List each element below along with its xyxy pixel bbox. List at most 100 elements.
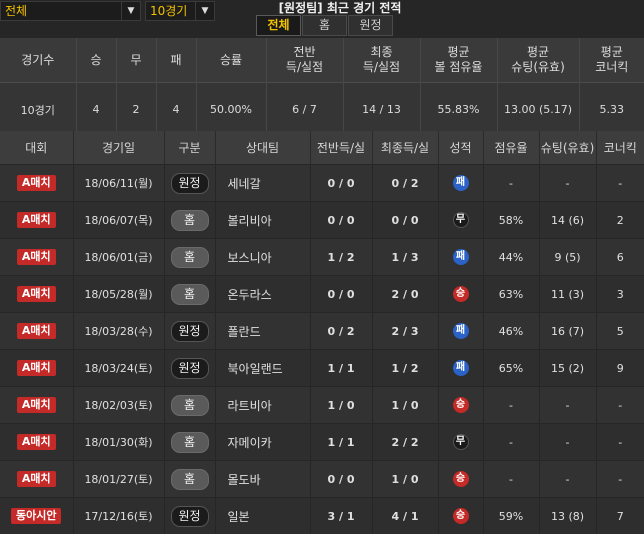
- competition-badge[interactable]: A매치: [17, 397, 56, 413]
- result-badge: 패: [453, 249, 469, 265]
- opponent-name[interactable]: 일본: [215, 498, 310, 534]
- result-badge: 승: [453, 286, 469, 302]
- summary-value-cell: 4: [156, 83, 196, 137]
- corner-kicks: 3: [596, 276, 644, 313]
- competition-badge[interactable]: A매치: [17, 175, 56, 191]
- result-cell: 승: [438, 387, 483, 424]
- competition-cell: A매치: [0, 276, 73, 313]
- final-score: 1 / 2: [372, 350, 438, 387]
- summary-value-cell: 55.83%: [420, 83, 497, 137]
- games-select[interactable]: 10경기 ▼: [145, 1, 215, 21]
- shots-on-target: 13 (8): [539, 498, 596, 534]
- column-header[interactable]: 경기일: [73, 131, 164, 165]
- opponent-name[interactable]: 북아일랜드: [215, 350, 310, 387]
- competition-badge[interactable]: A매치: [17, 286, 56, 302]
- corner-kicks: -: [596, 387, 644, 424]
- match-row[interactable]: A매치18/03/24(토)원정북아일랜드1 / 11 / 2패65%15 (2…: [0, 350, 644, 387]
- opponent-name[interactable]: 보스니아: [215, 239, 310, 276]
- venue-cell: 원정: [164, 165, 215, 202]
- summary-value-cell: 10경기: [0, 83, 76, 137]
- summary-header-row: 경기수승무패승률전반 득/실점최종 득/실점평균 볼 점유율평균 슈팅(유효)평…: [0, 38, 644, 83]
- competition-badge[interactable]: A매치: [17, 360, 56, 376]
- half-score: 1 / 2: [310, 239, 372, 276]
- possession: -: [483, 387, 539, 424]
- match-date: 18/05/28(월): [73, 276, 164, 313]
- shots-on-target: 16 (7): [539, 313, 596, 350]
- shots-on-target: -: [539, 461, 596, 498]
- match-row[interactable]: A매치18/01/27(토)홈몰도바0 / 01 / 0승---: [0, 461, 644, 498]
- match-row[interactable]: A매치18/01/30(화)홈자메이카1 / 12 / 2무---: [0, 424, 644, 461]
- result-cell: 무: [438, 424, 483, 461]
- scope-select-value: 전체: [5, 4, 27, 18]
- summary-header-cell: 평균 코너킥: [579, 38, 644, 83]
- opponent-name[interactable]: 자메이카: [215, 424, 310, 461]
- match-row[interactable]: A매치18/06/07(목)홈볼리비아0 / 00 / 0무58%14 (6)2: [0, 202, 644, 239]
- opponent-name[interactable]: 온두라스: [215, 276, 310, 313]
- column-header[interactable]: 최종득/실: [372, 131, 438, 165]
- match-row[interactable]: A매치18/06/11(월)원정세네갈0 / 00 / 2패---: [0, 165, 644, 202]
- result-badge: 승: [453, 471, 469, 487]
- competition-cell: A매치: [0, 239, 73, 276]
- column-header[interactable]: 전반득/실: [310, 131, 372, 165]
- opponent-name[interactable]: 볼리비아: [215, 202, 310, 239]
- possession: 59%: [483, 498, 539, 534]
- competition-badge[interactable]: A매치: [17, 212, 56, 228]
- result-badge: 패: [453, 175, 469, 191]
- result-cell: 패: [438, 239, 483, 276]
- column-header[interactable]: 슈팅(유효): [539, 131, 596, 165]
- chevron-down-icon: ▼: [121, 2, 140, 20]
- corner-kicks: -: [596, 424, 644, 461]
- final-score: 0 / 0: [372, 202, 438, 239]
- venue-cell: 홈: [164, 461, 215, 498]
- match-row[interactable]: A매치18/05/28(월)홈온두라스0 / 02 / 0승63%11 (3)3: [0, 276, 644, 313]
- summary-header-cell: 최종 득/실점: [343, 38, 420, 83]
- result-cell: 승: [438, 276, 483, 313]
- opponent-name[interactable]: 폴란드: [215, 313, 310, 350]
- match-row[interactable]: A매치18/02/03(토)홈라트비아1 / 01 / 0승---: [0, 387, 644, 424]
- venue-badge: 홈: [171, 395, 209, 416]
- summary-header-cell: 무: [116, 38, 156, 83]
- summary-header-cell: 전반 득/실점: [266, 38, 343, 83]
- final-score: 2 / 2: [372, 424, 438, 461]
- summary-value-cell: 4: [76, 83, 116, 137]
- column-header[interactable]: 성적: [438, 131, 483, 165]
- match-table: 대회경기일구분상대팀전반득/실최종득/실성적점유율슈팅(유효)코너킥 A매치18…: [0, 131, 644, 534]
- corner-kicks: 5: [596, 313, 644, 350]
- match-row[interactable]: A매치18/06/01(금)홈보스니아1 / 21 / 3패44%9 (5)6: [0, 239, 644, 276]
- match-date: 18/01/27(토): [73, 461, 164, 498]
- competition-badge[interactable]: 동아시안: [11, 508, 61, 524]
- shots-on-target: 11 (3): [539, 276, 596, 313]
- tab-away[interactable]: 원정: [348, 15, 393, 36]
- column-header[interactable]: 코너킥: [596, 131, 644, 165]
- result-cell: 승: [438, 461, 483, 498]
- match-date: 18/06/07(목): [73, 202, 164, 239]
- summary-value-cell: 6 / 7: [266, 83, 343, 137]
- venue-cell: 홈: [164, 424, 215, 461]
- venue-cell: 홈: [164, 276, 215, 313]
- summary-header-cell: 평균 볼 점유율: [420, 38, 497, 83]
- possession: 65%: [483, 350, 539, 387]
- competition-cell: 동아시안: [0, 498, 73, 534]
- venue-badge: 홈: [171, 432, 209, 453]
- tab-all[interactable]: 전체: [256, 15, 301, 36]
- column-header[interactable]: 점유율: [483, 131, 539, 165]
- competition-badge[interactable]: A매치: [17, 434, 56, 450]
- shots-on-target: -: [539, 424, 596, 461]
- competition-badge[interactable]: A매치: [17, 249, 56, 265]
- competition-badge[interactable]: A매치: [17, 323, 56, 339]
- column-header[interactable]: 상대팀: [215, 131, 310, 165]
- opponent-name[interactable]: 세네갈: [215, 165, 310, 202]
- shots-on-target: 14 (6): [539, 202, 596, 239]
- page-title: [원정팀] 최근 경기 전적: [250, 0, 430, 16]
- column-header[interactable]: 구분: [164, 131, 215, 165]
- competition-cell: A매치: [0, 165, 73, 202]
- venue-cell: 홈: [164, 202, 215, 239]
- scope-select[interactable]: 전체 ▼: [0, 1, 141, 21]
- opponent-name[interactable]: 라트비아: [215, 387, 310, 424]
- match-row[interactable]: 동아시안17/12/16(토)원정일본3 / 14 / 1승59%13 (8)7: [0, 498, 644, 534]
- match-row[interactable]: A매치18/03/28(수)원정폴란드0 / 22 / 3패46%16 (7)5: [0, 313, 644, 350]
- column-header[interactable]: 대회: [0, 131, 73, 165]
- competition-badge[interactable]: A매치: [17, 471, 56, 487]
- tab-home[interactable]: 홈: [302, 15, 347, 36]
- opponent-name[interactable]: 몰도바: [215, 461, 310, 498]
